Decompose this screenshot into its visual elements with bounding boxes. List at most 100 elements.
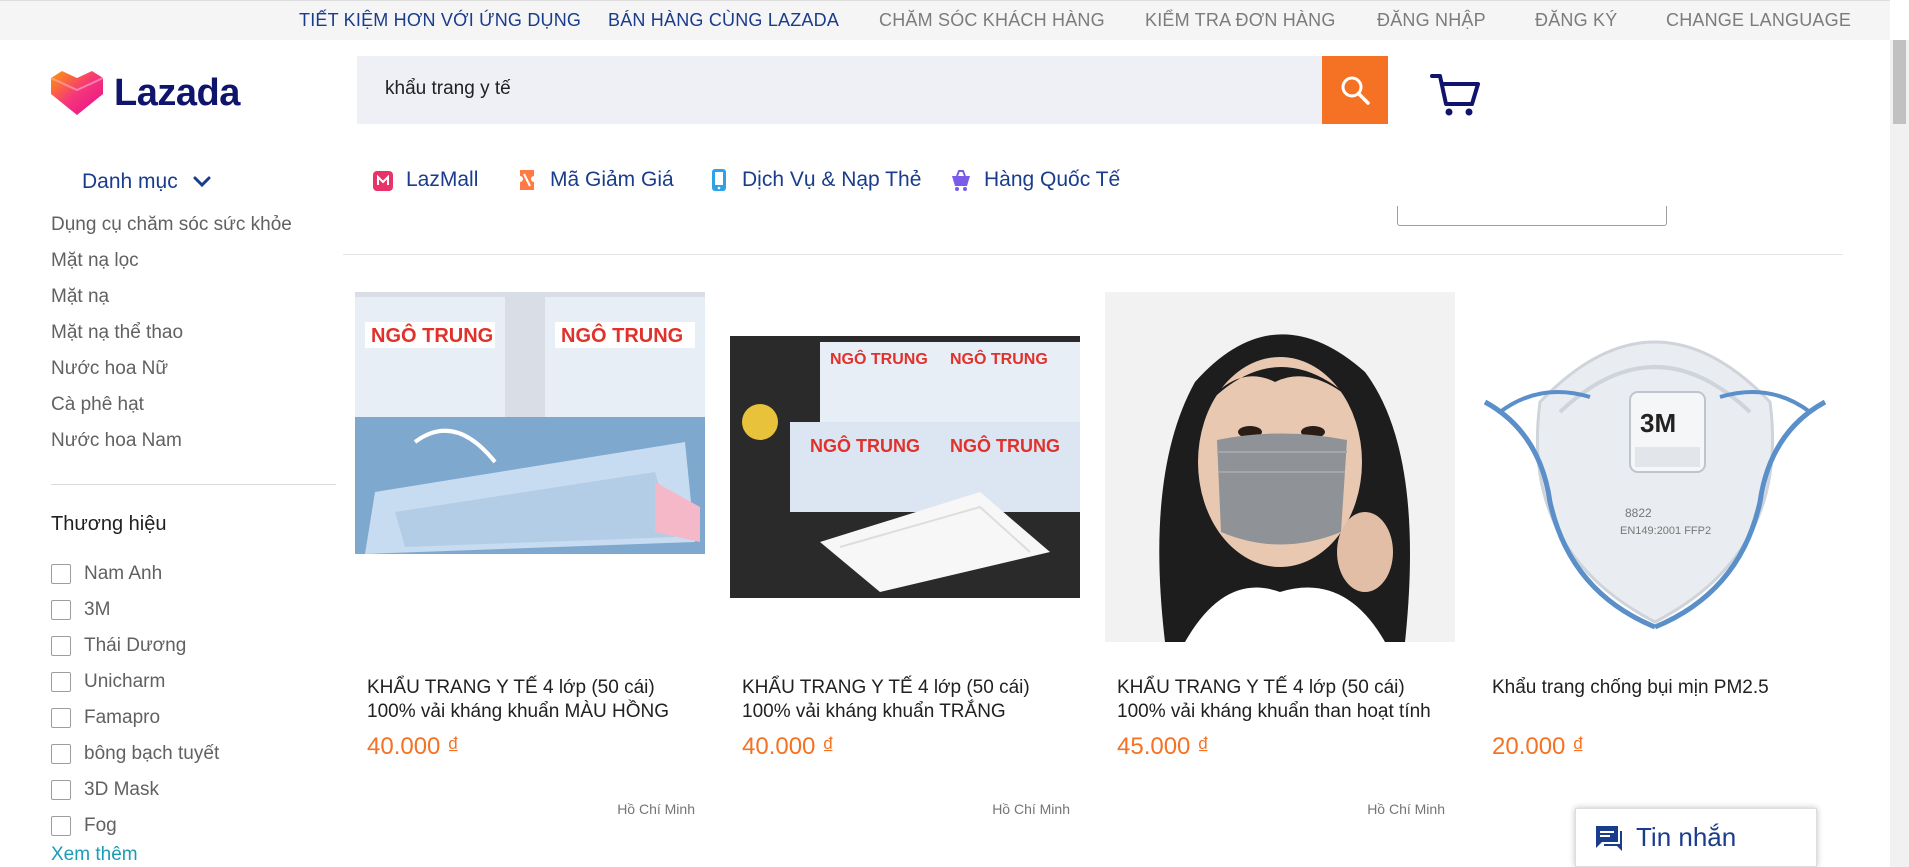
respirator-photo: 3M 8822 EN149:2001 FFP2: [1480, 292, 1830, 642]
brand-label: bông bạch tuyết: [84, 743, 220, 764]
product-price: 20.000 ₫: [1492, 733, 1585, 760]
login-link[interactable]: ĐĂNG NHẬP: [1377, 10, 1486, 31]
lazada-logo[interactable]: Lazada: [50, 70, 240, 116]
brand-label: Fog: [84, 815, 117, 836]
brand-checkbox[interactable]: [51, 672, 71, 692]
product-price: 40.000 ₫: [367, 733, 460, 760]
sort-dropdown-edge[interactable]: [1397, 206, 1667, 226]
page: TIẾT KIỆM HƠN VỚI ỨNG DỤNG BÁN HÀNG CÙNG…: [0, 0, 1909, 867]
brand-checkbox[interactable]: [51, 600, 71, 620]
top-bar: TIẾT KIỆM HƠN VỚI ỨNG DỤNG BÁN HÀNG CÙNG…: [0, 0, 1890, 40]
lazmall-icon: [373, 171, 393, 191]
svg-text:NGÔ TRUNG: NGÔ TRUNG: [830, 349, 928, 368]
category-item[interactable]: Nước hoa Nam: [51, 428, 292, 464]
search-input[interactable]: khẩu trang y tế: [385, 78, 511, 100]
brand-filter-item[interactable]: Unicharm: [51, 664, 219, 700]
logo-text: Lazada: [114, 71, 240, 114]
product-card[interactable]: KHẨU TRANG Y TẾ 4 lớp (50 cái) 100% vải …: [1105, 292, 1455, 817]
nav-lazmall[interactable]: LazMall: [372, 168, 478, 192]
brand-filter-list: Nam Anh 3M Thái Dương Unicharm Famapro b…: [51, 556, 219, 844]
nav-label: Mã Giảm Giá: [550, 168, 674, 191]
product-card[interactable]: NGÔ TRUNG NGÔ TRUNG KHẨU TRANG Y TẾ 4 lớ…: [355, 292, 705, 817]
brand-checkbox[interactable]: [51, 564, 71, 584]
chat-widget[interactable]: Tin nhắn: [1575, 808, 1817, 867]
brand-filter-item[interactable]: 3D Mask: [51, 772, 219, 808]
cart-icon[interactable]: [1430, 72, 1480, 118]
lazada-heart-icon: [50, 71, 104, 115]
product-image[interactable]: NGÔ TRUNG NGÔ TRUNG NGÔ TRUNG NGÔ TRUNG: [730, 292, 1080, 642]
brand-label: Unicharm: [84, 671, 166, 692]
app-link[interactable]: TIẾT KIỆM HƠN VỚI ỨNG DỤNG: [299, 10, 581, 31]
brand-filter-title: Thương hiệu: [51, 513, 167, 535]
product-image[interactable]: NGÔ TRUNG NGÔ TRUNG: [355, 292, 705, 642]
svg-text:8822: 8822: [1625, 506, 1652, 520]
search-button[interactable]: [1322, 56, 1388, 124]
scrollbar-thumb[interactable]: [1893, 40, 1906, 124]
svg-text:NGÔ TRUNG: NGÔ TRUNG: [950, 435, 1060, 456]
category-list: Dụng cụ chăm sóc sức khỏe Mặt nạ lọc Mặt…: [51, 212, 292, 464]
sell-link[interactable]: BÁN HÀNG CÙNG LAZADA: [608, 10, 839, 31]
product-location: Hồ Chí Minh: [1367, 801, 1445, 817]
change-language-link[interactable]: CHANGE LANGUAGE: [1666, 10, 1851, 31]
brand-checkbox[interactable]: [51, 816, 71, 836]
category-item[interactable]: Mặt nạ lọc: [51, 248, 292, 284]
brand-checkbox[interactable]: [51, 744, 71, 764]
product-title[interactable]: KHẨU TRANG Y TẾ 4 lớp (50 cái) 100% vải …: [742, 676, 1082, 724]
product-title[interactable]: KHẨU TRANG Y TẾ 4 lớp (50 cái) 100% vải …: [367, 676, 707, 724]
chevron-down-icon: [193, 176, 211, 188]
svg-text:NGÔ TRUNG: NGÔ TRUNG: [561, 323, 683, 347]
chat-icon: [1596, 825, 1622, 851]
brand-filter-item[interactable]: 3M: [51, 592, 219, 628]
nav-services-topup[interactable]: Dịch Vụ & Nạp Thẻ: [708, 168, 921, 192]
brand-filter-item[interactable]: bông bạch tuyết: [51, 736, 219, 772]
search-icon: [1341, 76, 1370, 105]
content-divider: [343, 254, 1843, 255]
product-price: 40.000 ₫: [742, 733, 835, 760]
mask-box-photo: NGÔ TRUNG NGÔ TRUNG NGÔ TRUNG NGÔ TRUNG: [730, 292, 1080, 642]
brand-checkbox[interactable]: [51, 708, 71, 728]
brand-filter-item[interactable]: Thái Dương: [51, 628, 219, 664]
search-bar[interactable]: khẩu trang y tế: [357, 56, 1388, 124]
brand-label: 3D Mask: [84, 779, 159, 800]
product-card[interactable]: NGÔ TRUNG NGÔ TRUNG NGÔ TRUNG NGÔ TRUNG …: [730, 292, 1080, 817]
nav-label: LazMall: [406, 168, 479, 191]
brand-label: Thái Dương: [84, 635, 187, 656]
brand-checkbox[interactable]: [51, 780, 71, 800]
product-title[interactable]: KHẨU TRANG Y TẾ 4 lớp (50 cái) 100% vải …: [1117, 676, 1457, 724]
page-scrollbar[interactable]: [1890, 40, 1909, 867]
brand-label: Nam Anh: [84, 563, 163, 584]
product-card[interactable]: 3M 8822 EN149:2001 FFP2 Khẩu trang chống…: [1480, 292, 1830, 760]
see-more-link[interactable]: Xem thêm: [51, 844, 138, 866]
sidebar-divider: [51, 484, 336, 485]
brand-label: Famapro: [84, 707, 161, 728]
nav-label: Dịch Vụ & Nạp Thẻ: [742, 168, 922, 191]
topup-icon: [712, 169, 726, 191]
svg-text:EN149:2001 FFP2: EN149:2001 FFP2: [1620, 525, 1711, 537]
brand-label: 3M: [84, 599, 111, 620]
register-link[interactable]: ĐĂNG KÝ: [1535, 10, 1617, 31]
product-location: Hồ Chí Minh: [617, 801, 695, 817]
brand-filter-item[interactable]: Fog: [51, 808, 219, 844]
order-check-link[interactable]: KIỂM TRA ĐƠN HÀNG: [1145, 10, 1336, 31]
brand-checkbox[interactable]: [51, 636, 71, 656]
nav-global[interactable]: Hàng Quốc Tế: [950, 168, 1120, 192]
mask-box-photo: NGÔ TRUNG NGÔ TRUNG: [355, 292, 705, 642]
product-image[interactable]: [1105, 292, 1455, 642]
product-price: 45.000 ₫: [1117, 733, 1210, 760]
voucher-icon: [520, 170, 534, 190]
category-item[interactable]: Mặt nạ thể thao: [51, 320, 292, 356]
category-item[interactable]: Dụng cụ chăm sóc sức khỏe: [51, 212, 292, 248]
brand-filter-item[interactable]: Famapro: [51, 700, 219, 736]
product-location: Hồ Chí Minh: [992, 801, 1070, 817]
svg-text:NGÔ TRUNG: NGÔ TRUNG: [950, 349, 1048, 368]
product-title[interactable]: Khẩu trang chống bụi mịn PM2.5: [1492, 676, 1832, 700]
customer-care-link[interactable]: CHĂM SÓC KHÁCH HÀNG: [879, 10, 1105, 31]
nav-vouchers[interactable]: Mã Giảm Giá: [516, 168, 674, 192]
category-item[interactable]: Nước hoa Nữ: [51, 356, 292, 392]
category-item[interactable]: Cà phê hạt: [51, 392, 292, 428]
brand-filter-item[interactable]: Nam Anh: [51, 556, 219, 592]
category-item[interactable]: Mặt nạ: [51, 284, 292, 320]
product-image[interactable]: 3M 8822 EN149:2001 FFP2: [1480, 292, 1830, 642]
woman-mask-photo: [1105, 292, 1455, 642]
category-dropdown[interactable]: Danh mục: [82, 170, 212, 194]
